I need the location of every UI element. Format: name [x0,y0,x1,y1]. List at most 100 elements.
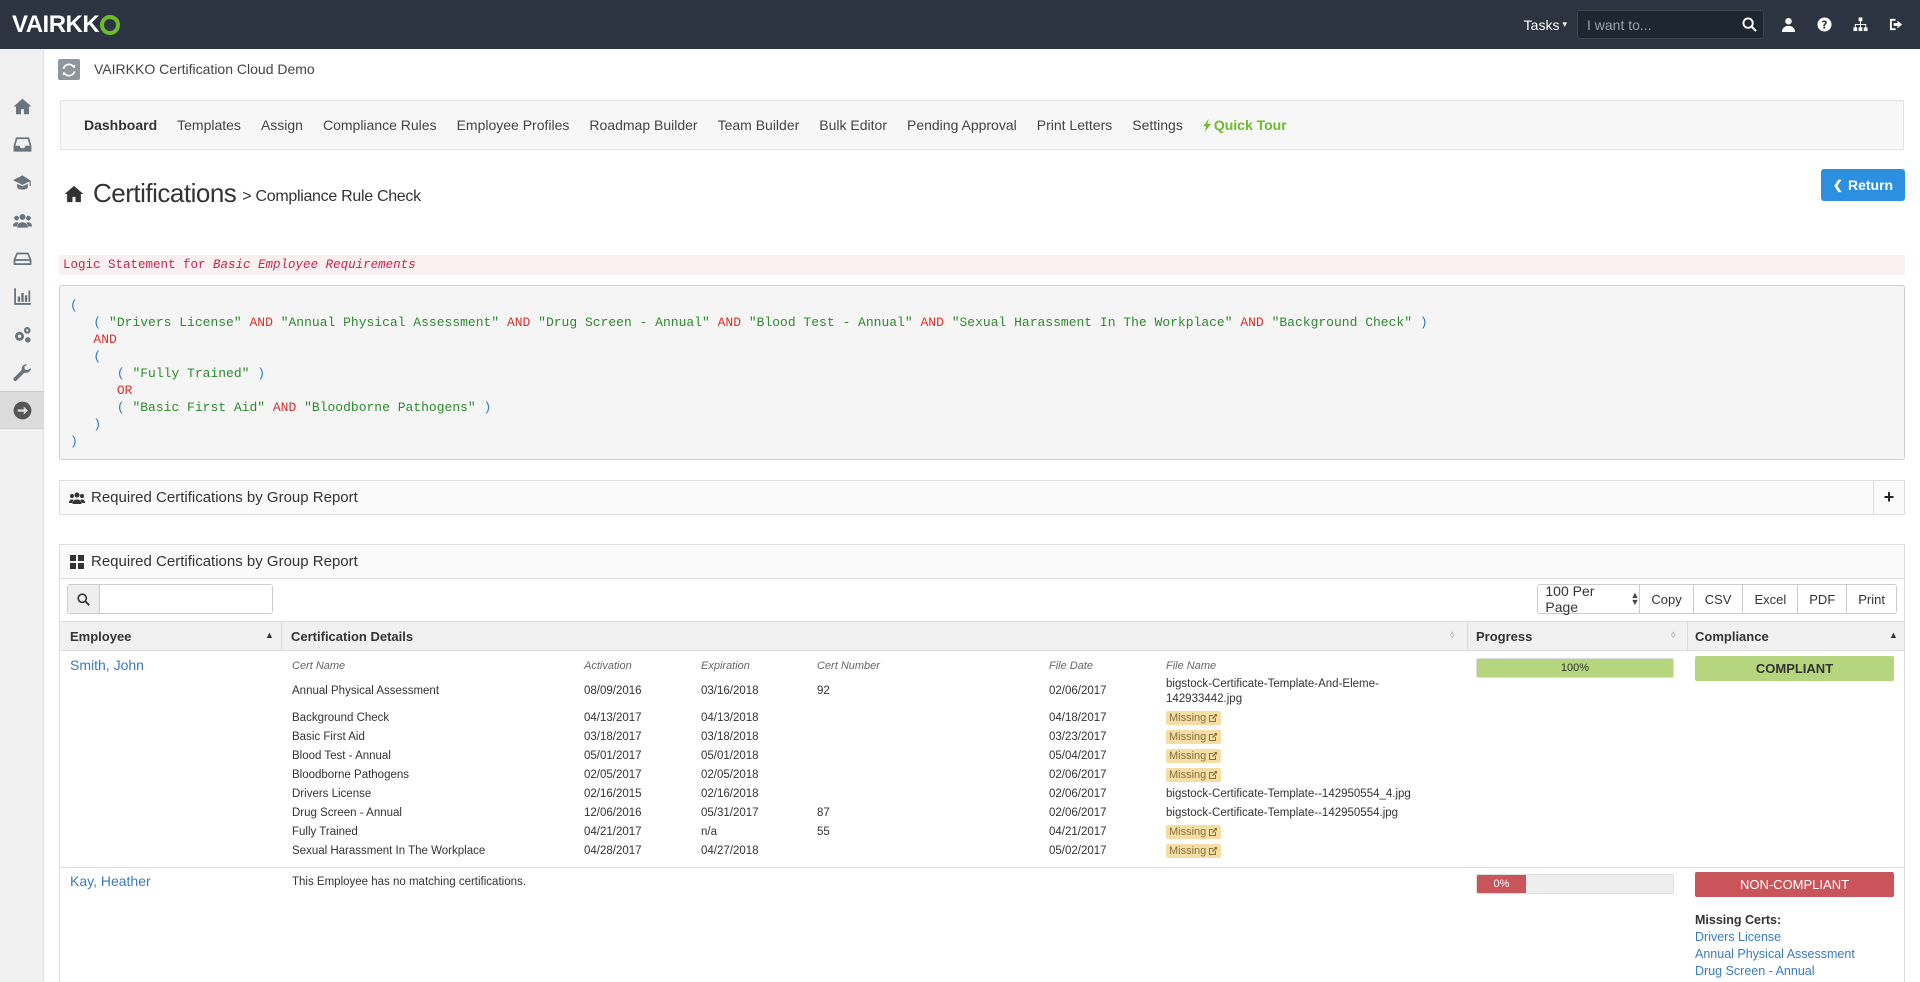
nav-dashboard[interactable]: Dashboard [84,117,157,133]
col-certification-details[interactable]: Certification Details [291,622,413,650]
pdf-button[interactable]: PDF [1797,584,1848,614]
nav-settings[interactable]: Settings [1132,117,1183,133]
copy-button[interactable]: Copy [1639,584,1694,614]
users-icon[interactable] [0,201,44,239]
graduation-cap-icon[interactable] [0,163,44,201]
cert-activation: 12/06/2016 [584,807,642,819]
cert-file-name[interactable]: bigstock-Certificate-Template--142950554… [1166,807,1398,819]
inbox-icon[interactable] [0,125,44,163]
cert-activation: 05/01/2017 [584,750,642,762]
nav-team-builder[interactable]: Team Builder [718,117,800,133]
hdd-icon[interactable] [0,239,44,277]
cert-number: 87 [817,807,830,819]
cert-col-header: File Name [1166,660,1217,672]
report-panel-header: Required Certifications by Group Report [59,544,1905,579]
missing-file-badge[interactable]: Missing [1166,844,1222,858]
excel-button[interactable]: Excel [1742,584,1799,614]
bar-chart-icon[interactable] [0,277,44,315]
missing-file-badge[interactable]: Missing [1166,730,1222,744]
collapsed-report-panel[interactable]: Required Certifications by Group Report … [59,480,1905,515]
sort-asc-icon[interactable]: ▲ [1889,630,1898,640]
cert-file-name[interactable]: bigstock-Certificate-Template--142950554… [1166,788,1411,800]
svg-text:?: ? [1821,19,1827,31]
cert-file-name[interactable]: bigstock-Certificate-Template-And-Eleme- [1166,678,1379,690]
nav-print-letters[interactable]: Print Letters [1037,117,1112,133]
arrow-circle-right-icon[interactable] [0,391,44,429]
cert-name: Bloodborne Pathogens [292,769,410,781]
cert-col-header: Activation [584,660,632,672]
progress-label: 100% [1560,662,1590,674]
missing-file-badge[interactable]: Missing [1166,711,1222,725]
sitemap-icon[interactable] [1842,0,1878,49]
col-employee[interactable]: Employee [70,622,131,650]
quick-tour-label: Quick Tour [1213,117,1287,133]
expand-plus-icon[interactable]: + [1873,481,1904,514]
home-icon[interactable] [0,87,44,125]
sort-icon[interactable]: ◊ [1671,630,1675,640]
missing-label: Missing [1169,750,1207,762]
nav-pending-approval[interactable]: Pending Approval [907,117,1017,133]
user-icon[interactable] [1770,0,1806,49]
search-icon[interactable] [1735,11,1763,39]
return-label: Return [1847,177,1894,193]
col-compliance[interactable]: Compliance [1695,622,1769,650]
vairkko-logo[interactable]: VAIRKK [12,11,121,39]
per-page-value: 100 Per Page [1545,583,1595,615]
progress-label: 0% [1493,878,1510,890]
nav-assign[interactable]: Assign [261,117,303,133]
wrench-icon[interactable] [0,353,44,391]
global-search-input[interactable] [1578,16,1735,33]
missing-file-badge[interactable]: Missing [1166,749,1222,763]
print-button[interactable]: Print [1846,584,1897,614]
compliance-badge: NON-COMPLIANT [1695,872,1894,897]
external-link-icon [1209,752,1218,760]
nav-employee-profiles[interactable]: Employee Profiles [457,117,570,133]
cert-file-date: 02/06/2017 [1049,807,1107,819]
search-icon [68,585,100,613]
nav-quick-tour[interactable]: Quick Tour [1202,117,1287,133]
col-progress[interactable]: Progress [1476,622,1532,650]
sign-out-icon[interactable] [1878,0,1914,49]
cert-col-header: Cert Name [292,660,346,672]
missing-cert-link[interactable]: Annual Physical Assessment [1695,947,1855,961]
external-link-icon [1209,847,1218,855]
cert-name: Sexual Harassment In The Workplace [292,845,486,857]
cogs-icon[interactable] [0,315,44,353]
cert-activation: 02/05/2017 [584,769,642,781]
cert-file-name-cont[interactable]: 142933442.jpg [1166,693,1242,705]
per-page-select[interactable]: 100 Per Page ▲ ▼ [1537,583,1641,615]
help-icon[interactable]: ? [1806,0,1842,49]
nav-compliance-rules[interactable]: Compliance Rules [323,117,437,133]
logic-code-block: ( ( "Drivers License" AND "Annual Physic… [59,285,1905,460]
csv-button[interactable]: CSV [1692,584,1744,614]
cert-col-header: Expiration [701,660,750,672]
missing-label: Missing [1169,712,1207,724]
return-button[interactable]: ❮ Return [1821,169,1905,201]
sort-asc-icon[interactable]: ▲ [265,630,274,640]
table-search-input[interactable] [100,585,272,613]
cert-expiration: 05/31/2017 [701,807,759,819]
missing-file-badge[interactable]: Missing [1166,768,1222,782]
report-table: 100 Per Page ▲ ▼ Copy CSV Excel PDF Print… [59,579,1905,982]
employee-link[interactable]: Kay, Heather [70,873,151,889]
nav-roadmap-builder[interactable]: Roadmap Builder [589,117,697,133]
employee-link[interactable]: Smith, John [70,657,144,673]
refresh-icon[interactable] [58,59,80,80]
missing-file-badge[interactable]: Missing [1166,825,1222,839]
nav-bulk-editor[interactable]: Bulk Editor [819,117,887,133]
global-search [1577,10,1764,39]
logic-label-prefix: Logic Statement for [63,258,206,272]
tasks-dropdown[interactable]: Tasks ▾ [1524,17,1567,33]
nav-templates[interactable]: Templates [177,117,241,133]
cert-col-header: File Date [1049,660,1094,672]
table-header: Employee ▲ Certification Details ◊ Progr… [60,621,1904,651]
cert-activation: 03/18/2017 [584,731,642,743]
missing-cert-link[interactable]: Drug Screen - Annual [1695,964,1815,978]
cert-file-date: 04/18/2017 [1049,712,1107,724]
cert-file-date: 04/21/2017 [1049,826,1107,838]
cert-expiration: 03/18/2018 [701,731,759,743]
updown-icon: ▲ ▼ [1630,590,1640,607]
progress-bar: 100% [1476,658,1674,678]
sort-icon[interactable]: ◊ [1450,630,1454,640]
missing-cert-link[interactable]: Drivers License [1695,930,1781,944]
